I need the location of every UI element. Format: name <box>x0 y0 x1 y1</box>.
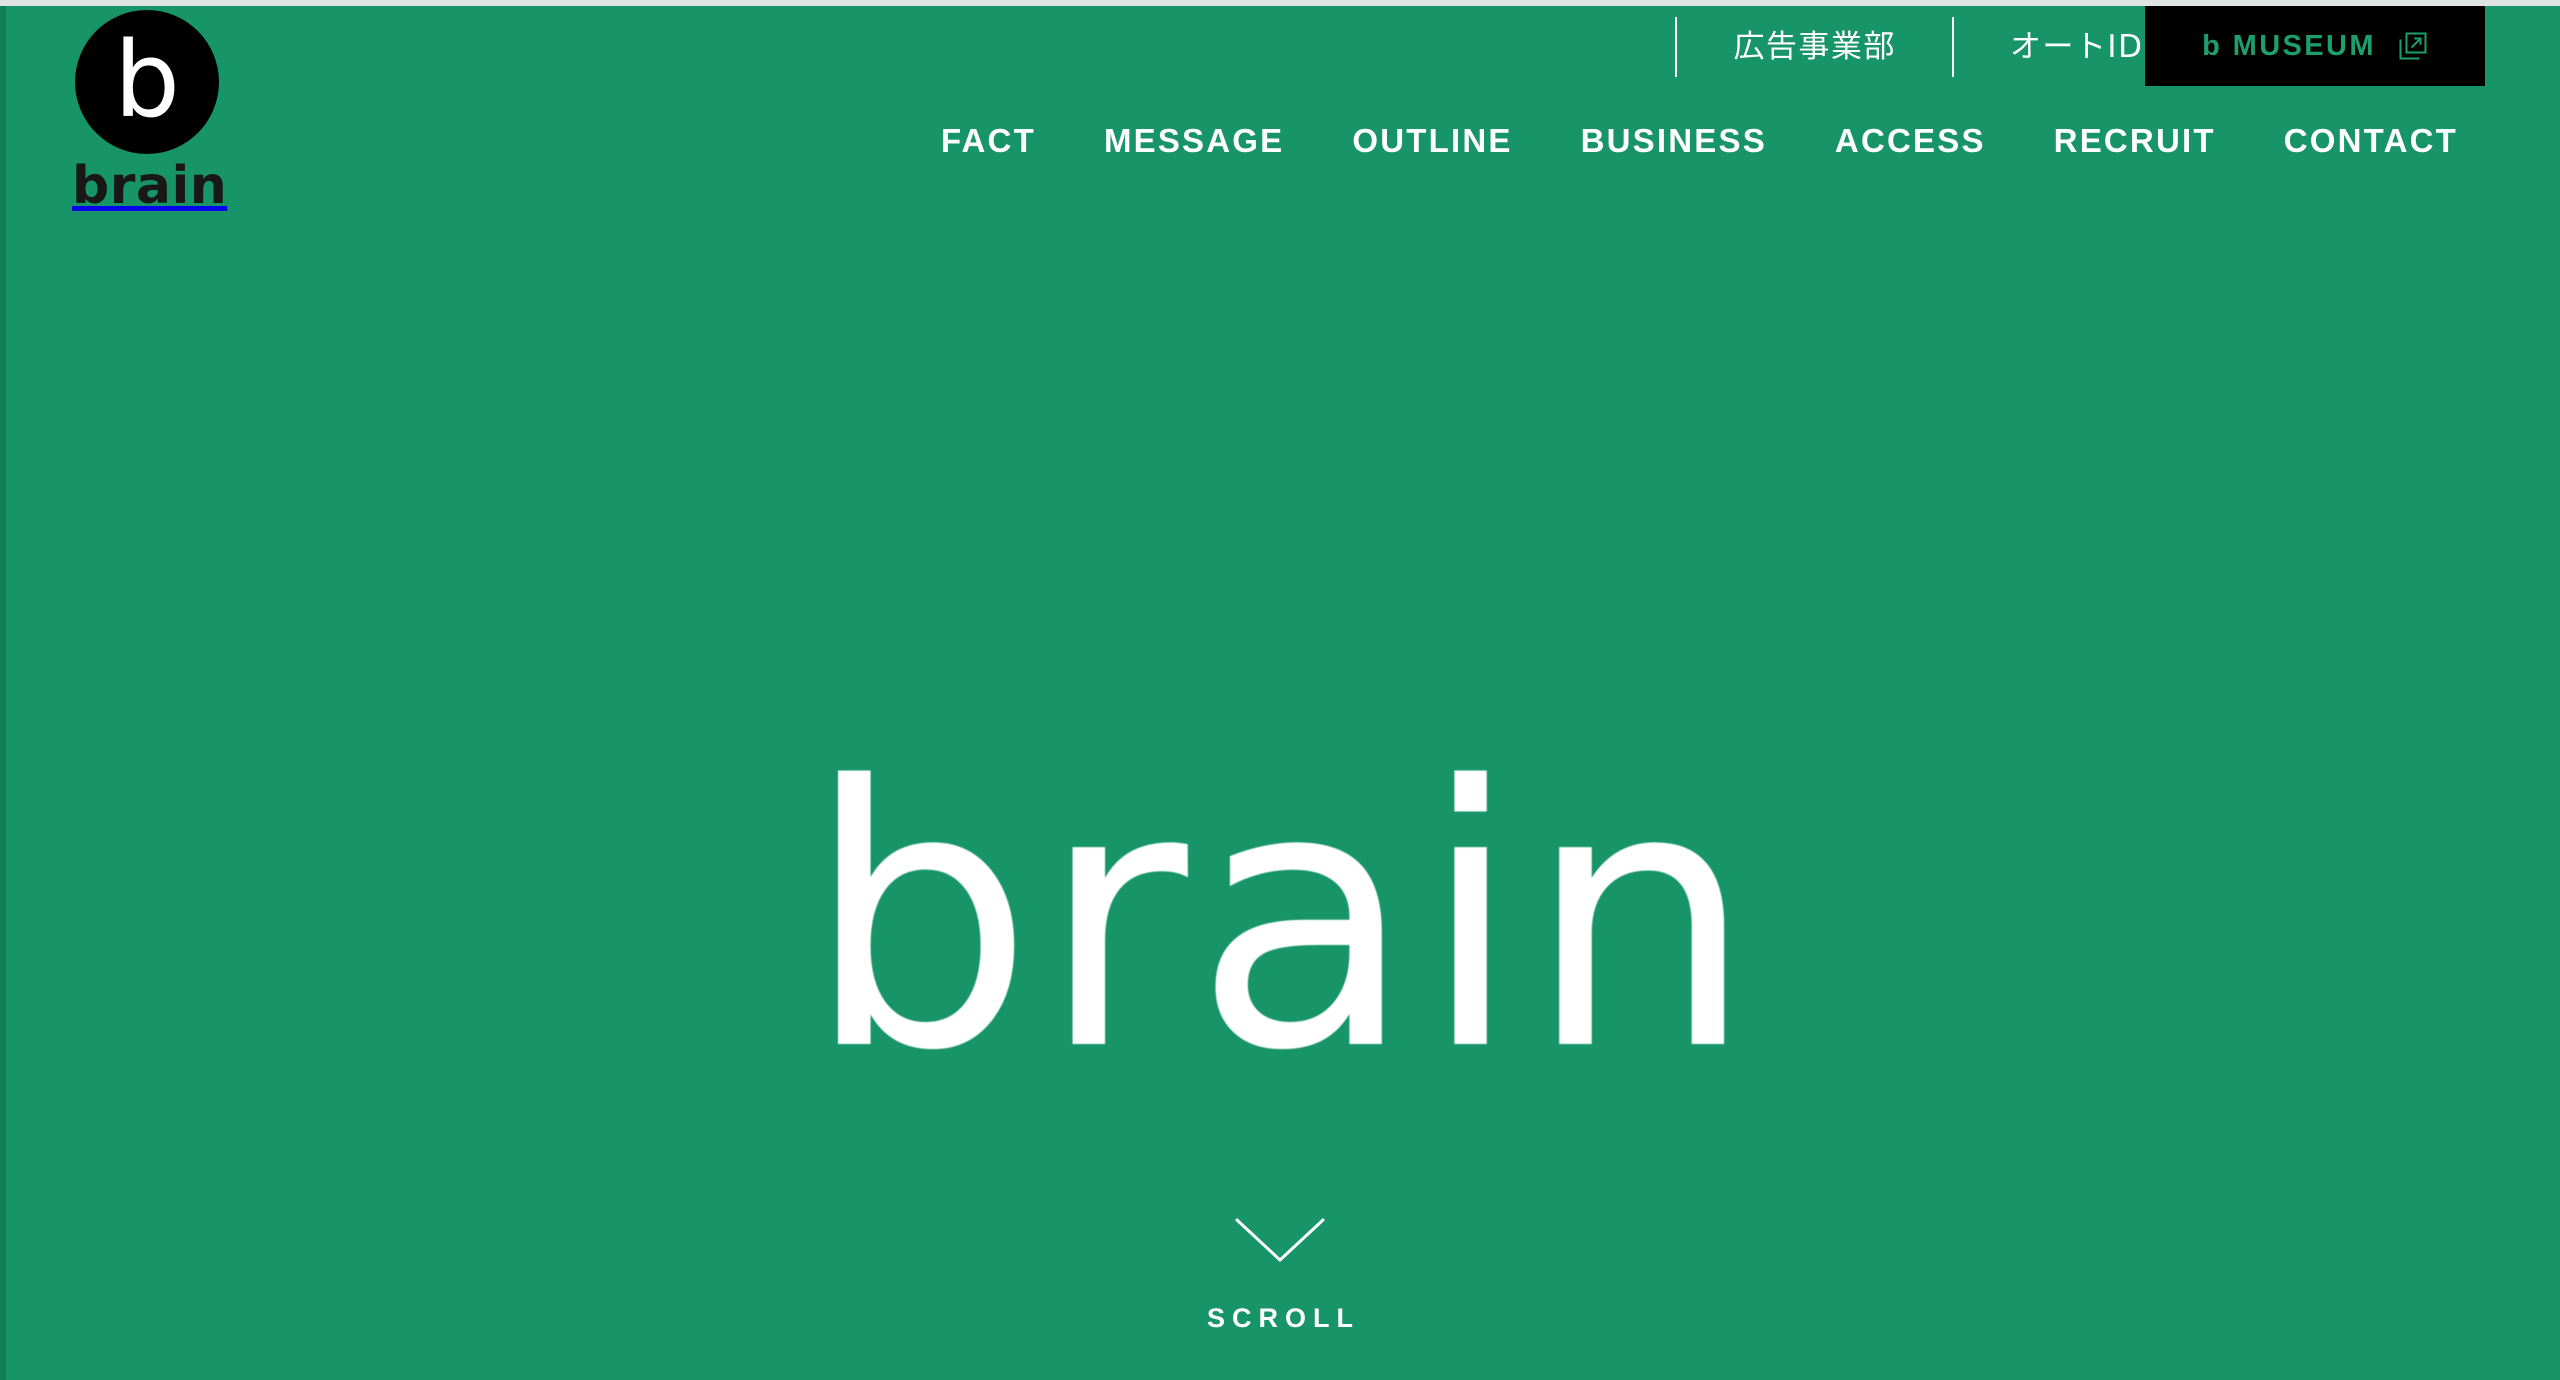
nav-item-contact[interactable]: CONTACT <box>2250 124 2492 157</box>
nav-item-business[interactable]: BUSINESS <box>1547 124 1801 157</box>
b-museum-button[interactable]: b MUSEUM <box>2145 6 2485 86</box>
scroll-label: SCROLL <box>1207 1303 1360 1333</box>
nav-item-outline[interactable]: OUTLINE <box>1318 124 1546 157</box>
nav-item-recruit[interactable]: RECRUIT <box>2020 124 2250 157</box>
external-link-icon <box>2398 31 2428 61</box>
chevron-down-icon <box>1234 1217 1326 1263</box>
utility-link-advertising[interactable]: 広告事業部 <box>1677 28 1952 65</box>
utility-link-advertising-label: 広告事業部 <box>1733 28 1896 65</box>
hero-wordmark: brain <box>805 710 1761 1129</box>
nav-item-fact[interactable]: FACT <box>907 124 1070 157</box>
hero-section: brain <box>6 180 2560 1380</box>
main-navigation: FACT MESSAGE OUTLINE BUSINESS ACCESS REC… <box>0 112 2560 168</box>
page-root: b brain 広告事業部 オートID・モバイル事業部 <box>0 0 2560 1380</box>
nav-item-message[interactable]: MESSAGE <box>1070 124 1318 157</box>
top-edge-strip <box>0 0 2560 6</box>
left-edge-strip <box>0 6 6 1380</box>
nav-item-access[interactable]: ACCESS <box>1801 124 2020 157</box>
b-museum-button-label: b MUSEUM <box>2202 29 2376 62</box>
scroll-indicator[interactable]: SCROLL <box>0 1217 2560 1332</box>
